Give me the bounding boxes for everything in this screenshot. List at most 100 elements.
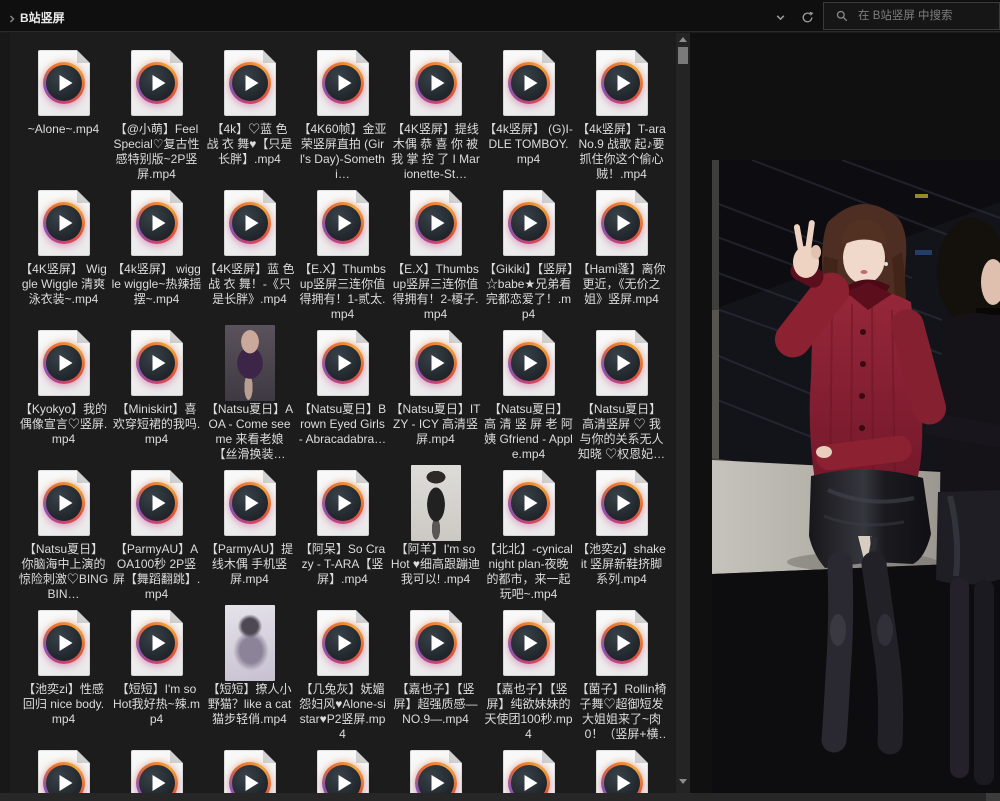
file-thumb (131, 748, 183, 793)
file-thumb (224, 748, 276, 793)
resize-grip[interactable] (986, 793, 1000, 801)
file-item[interactable]: 【4K竖屏】蓝 色 战 衣 舞！-《只是长胖》.mp4 (203, 188, 296, 328)
play-button-icon (415, 342, 457, 384)
horizontal-scrollbar[interactable] (0, 793, 1000, 801)
scroll-up-button[interactable] (676, 33, 690, 46)
play-triangle-icon (525, 355, 538, 371)
play-button-icon (415, 62, 457, 104)
file-item[interactable]: 【池奕zi】性感回归 nice body.mp4 (17, 608, 110, 748)
file-item[interactable]: 【几兔灰】妩媚怨妇风♥Alone-sistar♥P2竖屏.mp4 (296, 608, 389, 748)
file-item[interactable]: 【北北】-cynical night plan-夜晚的都市，来一起玩吧~.mp4 (482, 468, 575, 608)
breadcrumb-title[interactable]: B站竖屏 (20, 9, 65, 26)
file-name: 【菌子】Rollin椅子舞♡超御短发大姐姐来了~肉0！（竖屏+横屏… (577, 682, 667, 742)
file-name: 【4k竖屏】T-ara No.9 战歌 起♪要抓住你这个偷心贼！.mp4 (577, 122, 667, 182)
file-item[interactable]: 【Natsu夏日】高 清 竖 屏 老 阿 姨 Gfriend - Apple.m… (482, 328, 575, 468)
file-thumb (38, 48, 90, 118)
file-item[interactable] (296, 748, 389, 793)
search-input[interactable] (856, 9, 999, 23)
video-file-icon (131, 610, 183, 676)
refresh-icon[interactable] (799, 9, 815, 25)
file-item[interactable] (482, 748, 575, 793)
play-triangle-icon (618, 495, 631, 511)
file-item[interactable]: 【Natsu夏日】你脑海中上演的惊险刺激♡BING BIN… (17, 468, 110, 608)
preview-photo (712, 160, 1000, 793)
play-button-icon (508, 342, 550, 384)
breadcrumb-chevron-icon[interactable] (7, 11, 17, 21)
file-item[interactable]: 【Hami蓬】离你更近，《无价之姐》竖屏.mp4 (575, 188, 668, 328)
chevron-down-icon[interactable] (772, 9, 788, 25)
file-item[interactable] (203, 748, 296, 793)
file-item[interactable]: 【Natsu夏日】高清竖屏 ♡ 我与你的关系无人知晓 ♡权恩妃… (575, 328, 668, 468)
search-box[interactable] (823, 2, 1000, 30)
file-item[interactable]: 【4K竖屏】提线木偶 恭 喜 你 被 我 掌 控 了 I Marionette-… (389, 48, 482, 188)
file-thumb (410, 608, 462, 678)
file-thumb (317, 608, 369, 678)
file-item[interactable]: 【ParmyAU】AOA100秒 2P竖屏【舞蹈翻跳】.mp4 (110, 468, 203, 608)
file-item[interactable]: 【4K竖屏】 Wiggle Wiggle 清爽泳衣装~.mp4 (17, 188, 110, 328)
file-item[interactable]: 【嘉也子】【竖屏】超强质感—NO.9—.mp4 (389, 608, 482, 748)
file-name: 【北北】-cynical night plan-夜晚的都市，来一起玩吧~.mp4 (484, 542, 574, 602)
video-file-icon (503, 610, 555, 676)
file-item[interactable]: 【ParmyAU】提线木偶 手机竖屏.mp4 (203, 468, 296, 608)
file-item[interactable]: 【4k竖屏】 wiggle wiggle~热辣摇摆~.mp4 (110, 188, 203, 328)
file-name: 【几兔灰】妩媚怨妇风♥Alone-sistar♥P2竖屏.mp4 (298, 682, 388, 742)
play-button-icon (601, 342, 643, 384)
play-button-icon (229, 202, 271, 244)
play-triangle-icon (153, 355, 166, 371)
file-name: 【4K竖屏】蓝 色 战 衣 舞！-《只是长胖》.mp4 (205, 262, 295, 307)
file-name: 【E.X】Thumbs up竖屏三连你值得拥有！1-贰太.mp4 (298, 262, 388, 322)
scrollbar-thumb[interactable] (678, 47, 688, 64)
file-item[interactable]: 【嘉也子】【竖屏】纯欲妹妹的天使团100秒.mp4 (482, 608, 575, 748)
file-item[interactable]: 【短短】撩人小野猫？like a cat 猫步轻俏.mp4 (203, 608, 296, 748)
file-item[interactable]: ~Alone~.mp4 (17, 48, 110, 188)
file-item[interactable]: 【Kyokyo】我的偶像宣言♡竖屏.mp4 (17, 328, 110, 468)
file-item[interactable]: 【池奕zi】shake it 竖屏新鞋挤脚系列.mp4 (575, 468, 668, 608)
file-name: 【池奕zi】性感回归 nice body.mp4 (19, 682, 109, 727)
file-grid: ~Alone~.mp4 【@小萌】Feel Special♡复古性感特别版~2P… (10, 33, 676, 793)
file-item[interactable]: 【Natsu夏日】ITZY - ICY 高清竖屏.mp4 (389, 328, 482, 468)
video-file-icon (596, 50, 648, 116)
file-item[interactable]: 【E.X】Thumbs up竖屏三连你值得拥有！2-榎子.mp4 (389, 188, 482, 328)
file-item[interactable]: 【Miniskirt】喜欢穿短裙的我吗.mp4 (110, 328, 203, 468)
file-item[interactable] (575, 748, 668, 793)
video-file-icon (38, 190, 90, 256)
file-item[interactable] (389, 748, 482, 793)
file-item[interactable]: 【4k竖屏】 (G)I-DLE TOMBOY.mp4 (482, 48, 575, 188)
file-item[interactable]: 【阿羊】I'm so Hot ♥细高跟蹦迪 我可以! .mp4 (389, 468, 482, 608)
play-button-icon (322, 762, 364, 793)
file-item[interactable]: 【Gikiki】【竖屏】☆babe★兄弟看完都恋爱了！.mp4 (482, 188, 575, 328)
file-item[interactable]: 【4k】♡蓝 色 战 衣 舞♥【只是长胖】.mp4 (203, 48, 296, 188)
play-triangle-icon (60, 635, 73, 651)
file-item[interactable]: 【4k竖屏】T-ara No.9 战歌 起♪要抓住你这个偷心贼！.mp4 (575, 48, 668, 188)
play-button-icon (43, 202, 85, 244)
play-triangle-icon (525, 495, 538, 511)
search-icon (836, 10, 848, 22)
file-thumb (224, 48, 276, 118)
file-item[interactable] (17, 748, 110, 793)
file-name: 【E.X】Thumbs up竖屏三连你值得拥有！2-榎子.mp4 (391, 262, 481, 322)
file-item[interactable]: 【@小萌】Feel Special♡复古性感特别版~2P竖屏.mp4 (110, 48, 203, 188)
file-item[interactable]: 【4K60帧】金亚荣竖屏直拍 (Girl's Day)-Somethi… (296, 48, 389, 188)
play-triangle-icon (153, 215, 166, 231)
file-thumb (131, 328, 183, 398)
play-triangle-icon (246, 75, 259, 91)
file-thumb (410, 188, 462, 258)
file-item[interactable]: 【E.X】Thumbs up竖屏三连你值得拥有！1-贰太.mp4 (296, 188, 389, 328)
file-thumb (224, 468, 276, 538)
play-triangle-icon (618, 355, 631, 371)
play-triangle-icon (432, 215, 445, 231)
file-item[interactable] (110, 748, 203, 793)
video-file-icon (317, 470, 369, 536)
file-item[interactable]: 【阿呆】So Crazy - T-ARA【竖屏】.mp4 (296, 468, 389, 608)
video-file-icon (503, 190, 555, 256)
video-file-icon (224, 750, 276, 793)
file-item[interactable]: 【Natsu夏日】AOA - Come see me 来看老娘 【丝滑换装… (203, 328, 296, 468)
file-name: 【4K竖屏】提线木偶 恭 喜 你 被 我 掌 控 了 I Marionette-… (391, 122, 481, 182)
play-button-icon (136, 62, 178, 104)
file-item[interactable]: 【短短】I'm so Hot我好热~辣.mp4 (110, 608, 203, 748)
file-name: 【阿呆】So Crazy - T-ARA【竖屏】.mp4 (298, 542, 388, 587)
file-item[interactable]: 【菌子】Rollin椅子舞♡超御短发大姐姐来了~肉0！（竖屏+横屏… (575, 608, 668, 748)
vertical-scrollbar[interactable] (676, 33, 690, 793)
file-item[interactable]: 【Natsu夏日】Brown Eyed Girls - Abracadabra… (296, 328, 389, 468)
scroll-down-button[interactable] (676, 775, 690, 788)
